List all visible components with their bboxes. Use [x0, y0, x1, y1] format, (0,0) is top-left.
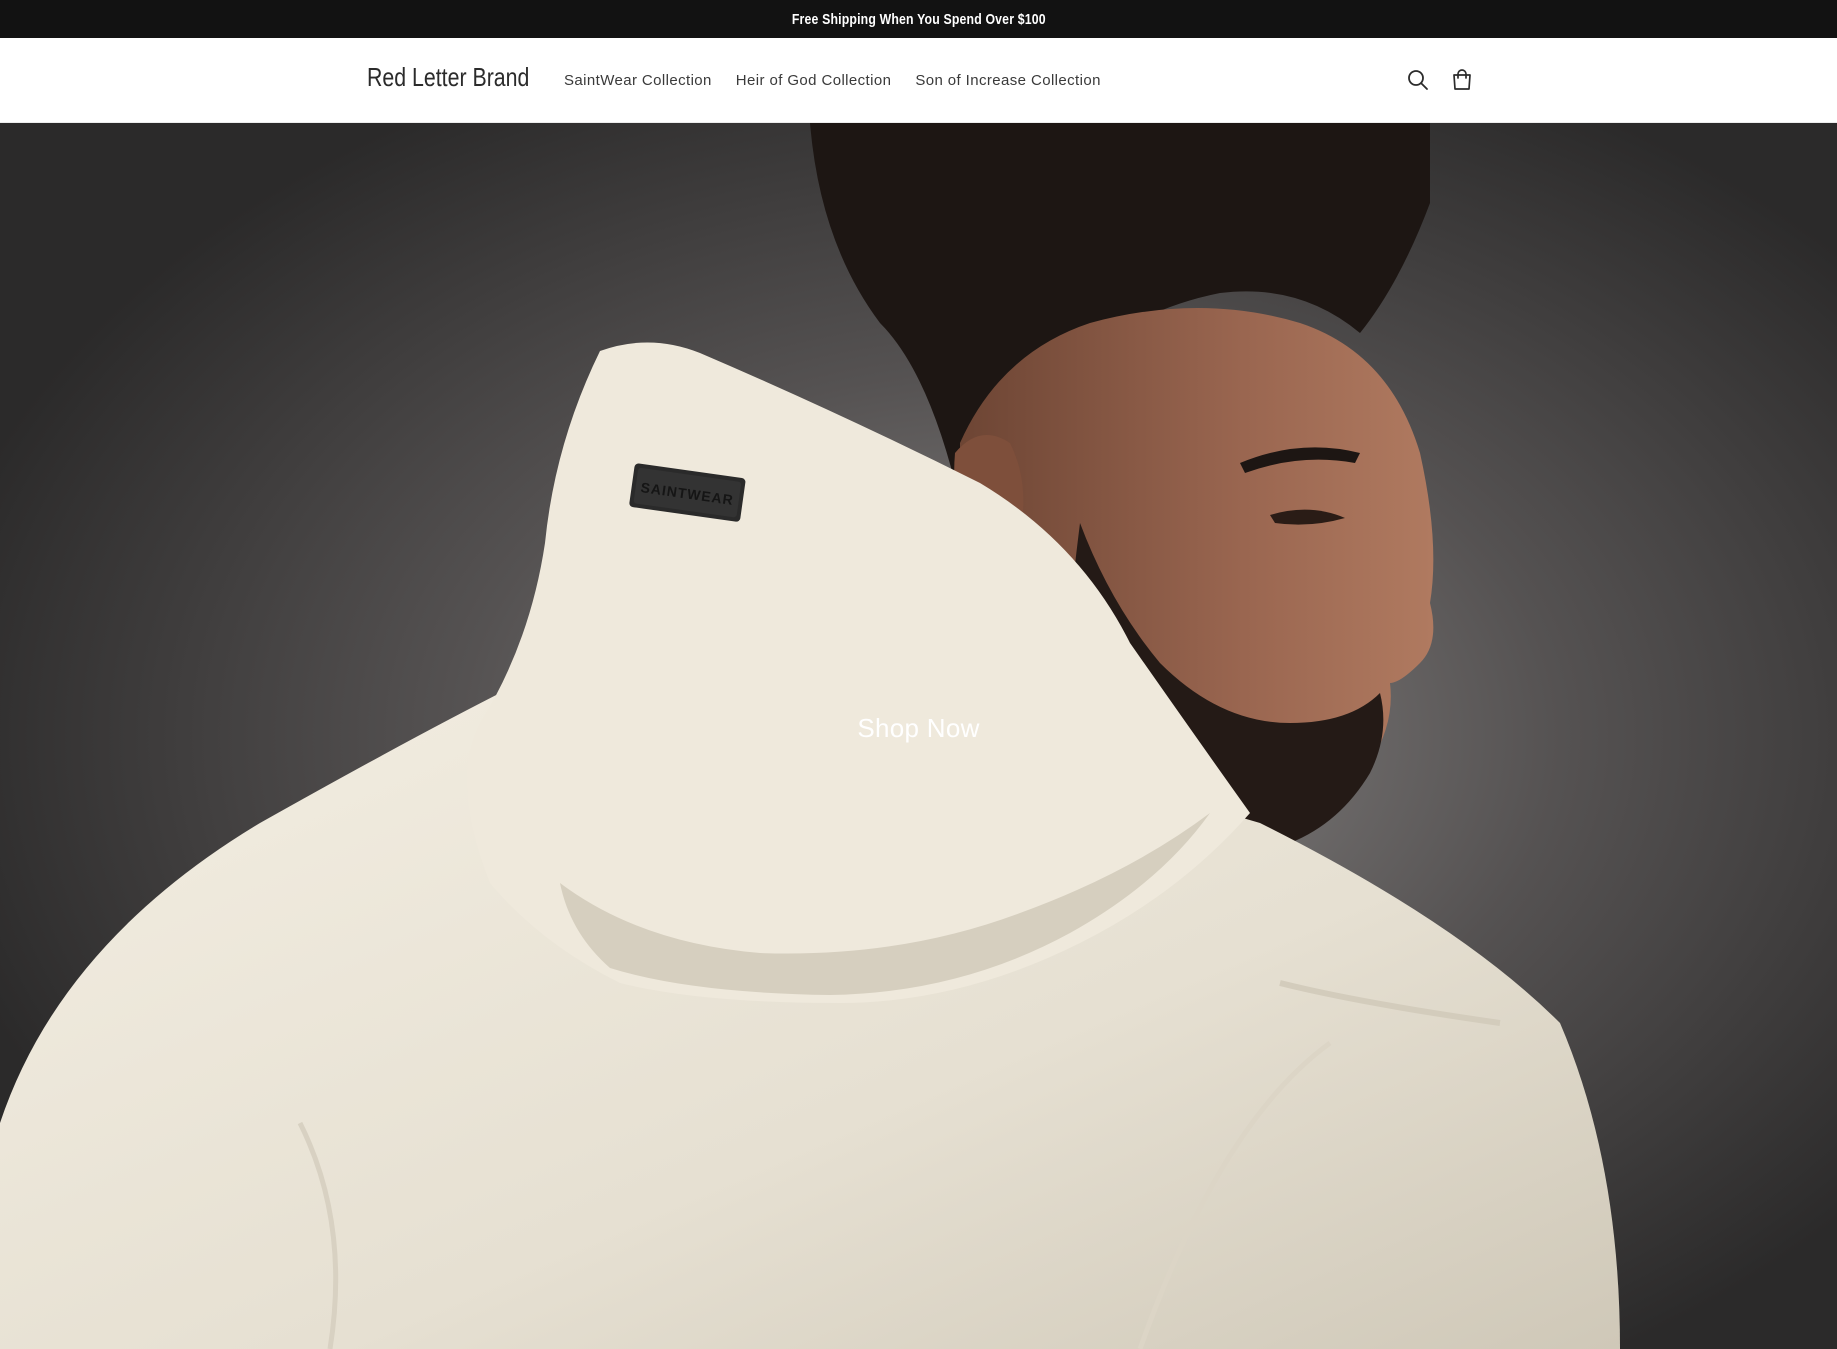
cart-button[interactable] [1440, 58, 1484, 102]
shop-now-link[interactable]: Shop Now [857, 713, 979, 743]
announcement-bar: Free Shipping When You Spend Over $100 [0, 0, 1837, 38]
search-icon [1408, 70, 1428, 90]
announcement-text: Free Shipping When You Spend Over $100 [791, 10, 1046, 28]
brand-logo[interactable]: Red Letter Brand [367, 62, 529, 93]
nav-saintwear-collection[interactable]: SaintWear Collection [564, 72, 712, 89]
hero-cta-wrapper: Shop Now [0, 713, 1837, 744]
nav-heir-of-god-collection[interactable]: Heir of God Collection [736, 72, 892, 89]
search-button[interactable] [1396, 58, 1440, 102]
cart-icon [1453, 69, 1471, 90]
hero-banner[interactable]: SAINTWEAR Shop Now [0, 123, 1837, 1349]
header-icons [1396, 58, 1484, 102]
main-nav: SaintWear Collection Heir of God Collect… [564, 38, 1125, 123]
nav-son-of-increase-collection[interactable]: Son of Increase Collection [915, 72, 1101, 89]
site-header: Red Letter Brand SaintWear Collection He… [0, 38, 1837, 123]
